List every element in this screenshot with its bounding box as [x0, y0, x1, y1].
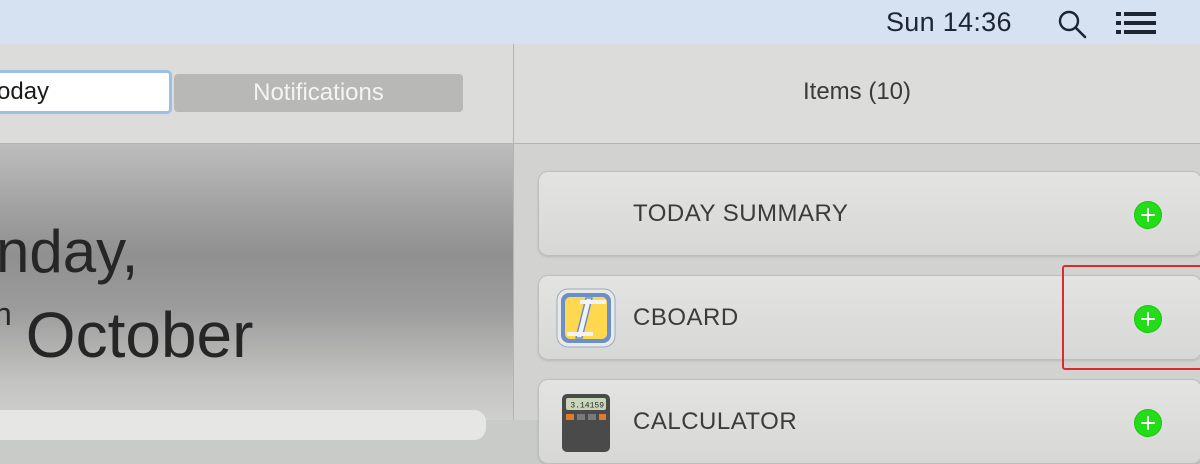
widget-item-label: CALCULATOR	[633, 408, 798, 435]
add-widget-button[interactable]	[1134, 201, 1162, 229]
today-widget-card	[0, 410, 486, 440]
highlight-annotation	[1062, 265, 1200, 370]
date-month: October	[25, 299, 254, 371]
menu-bar: Sun 14:36	[0, 0, 1200, 44]
widget-item-label: CBOARD	[633, 304, 739, 331]
today-view: nday, h October	[0, 144, 513, 420]
notification-center-panel: oday Notifications nday, h October	[0, 44, 513, 440]
menu-bar-clock[interactable]: Sun 14:36	[886, 7, 1012, 38]
add-widget-button[interactable]	[1134, 409, 1162, 437]
date-day-month: h October	[0, 296, 253, 372]
date-weekday: nday,	[0, 218, 139, 285]
widget-item-calculator[interactable]: 3.14159 CALCULATOR	[538, 379, 1200, 464]
calculator-app-icon: 3.14159	[562, 394, 610, 452]
cboard-app-icon	[556, 288, 616, 348]
search-icon[interactable]	[1057, 9, 1087, 39]
tab-notifications[interactable]: Notifications	[174, 74, 463, 112]
list-menu-icon[interactable]	[1116, 11, 1156, 35]
widget-item-label: TODAY SUMMARY	[633, 200, 849, 227]
tab-bar: oday Notifications	[0, 44, 513, 144]
items-header: Items (10)	[514, 44, 1200, 144]
widget-items-panel: Items (10) TODAY SUMMARY CBOARD 3.14159	[514, 44, 1200, 464]
widget-item-today-summary[interactable]: TODAY SUMMARY	[538, 171, 1200, 256]
tab-today[interactable]: oday	[0, 70, 172, 114]
date-day-suffix: h	[0, 296, 12, 332]
items-title: Items (10)	[802, 78, 912, 105]
calculator-display-text: 3.14159	[570, 402, 604, 411]
